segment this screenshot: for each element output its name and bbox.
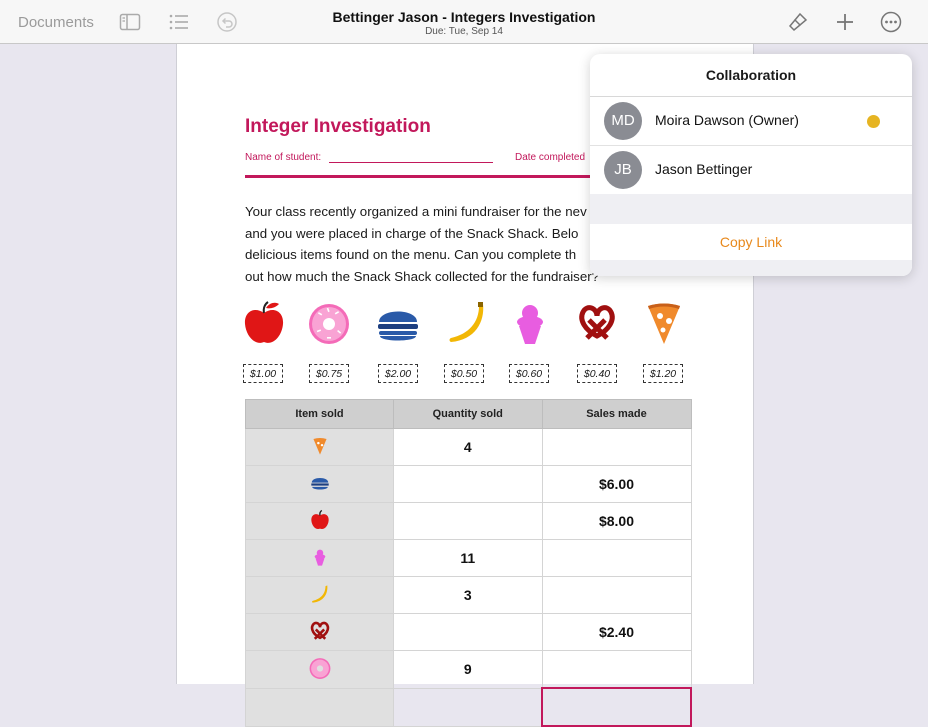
header-item-sold: Item sold	[245, 399, 394, 429]
paragraph-line: out how much the Snack Shack collected f…	[245, 269, 600, 284]
price-banana: $0.50	[444, 364, 484, 383]
apple-icon	[244, 301, 284, 343]
ice-cream-icon	[314, 549, 325, 566]
item-cell[interactable]	[245, 687, 394, 727]
paragraph-line: and you were placed in charge of the Sna…	[245, 226, 579, 241]
collaboration-popover: Collaboration MD Moira Dawson (Owner) JB…	[590, 54, 912, 276]
popover-title: Collaboration	[590, 54, 912, 97]
item-cell[interactable]	[245, 576, 394, 614]
header-sales-made: Sales made	[541, 399, 692, 429]
item-cell[interactable]	[245, 465, 394, 503]
table-row: $8.00	[245, 502, 692, 540]
sales-cell[interactable]: $6.00	[541, 465, 692, 503]
quantity-cell[interactable]: 3	[393, 576, 543, 614]
presence-indicator	[867, 115, 880, 128]
collaborator-name: Moira Dawson (Owner)	[655, 112, 799, 128]
pretzel-icon	[579, 305, 615, 340]
collaborator-name: Jason Bettinger	[655, 161, 753, 177]
donut-icon	[309, 304, 349, 344]
name-label: Name of student:	[245, 152, 322, 163]
banana-icon	[449, 302, 484, 342]
paragraph-line: delicious items found on the menu. Can y…	[245, 247, 577, 262]
burger-icon	[310, 477, 329, 490]
price-ice-cream: $0.60	[509, 364, 549, 383]
sales-cell[interactable]: $8.00	[541, 502, 692, 540]
sales-cell[interactable]	[541, 539, 692, 577]
name-line[interactable]	[329, 162, 493, 163]
pizza-icon	[648, 303, 680, 344]
item-cell[interactable]	[245, 650, 394, 689]
pretzel-icon	[310, 621, 329, 640]
paragraph-line: Your class recently organized a mini fun…	[245, 204, 587, 219]
header-quantity-sold: Quantity sold	[393, 399, 543, 429]
format-brush-icon[interactable]	[787, 11, 809, 33]
sales-cell[interactable]	[541, 576, 692, 614]
avatar: MD	[604, 102, 642, 140]
price-burger: $2.00	[378, 364, 418, 383]
sales-cell[interactable]: $2.40	[541, 613, 692, 651]
selected-sales-cell[interactable]	[541, 687, 692, 727]
popover-footer	[590, 260, 912, 276]
table-header-row: Item sold Quantity sold Sales made	[245, 399, 692, 429]
apple-icon	[310, 509, 329, 529]
popover-separator	[590, 194, 912, 224]
avatar: JB	[604, 151, 642, 189]
item-cell[interactable]	[245, 539, 394, 577]
price-pretzel: $0.40	[577, 364, 617, 383]
price-apple: $1.00	[243, 364, 283, 383]
quantity-cell[interactable]: 11	[393, 539, 543, 577]
more-icon[interactable]	[880, 11, 902, 33]
table-row: 11	[245, 539, 692, 577]
ice-cream-icon	[517, 305, 543, 344]
quantity-cell[interactable]	[393, 465, 543, 503]
table-row: $6.00	[245, 465, 692, 503]
sales-cell[interactable]	[541, 428, 692, 466]
pizza-icon	[312, 437, 327, 455]
table-row: $2.40	[245, 613, 692, 651]
collaborator-row-owner[interactable]: MD Moira Dawson (Owner)	[590, 97, 912, 146]
table-row	[245, 687, 692, 727]
donut-icon	[309, 657, 330, 679]
table-row: 3	[245, 576, 692, 614]
collaborator-row-student[interactable]: JB Jason Bettinger	[590, 146, 912, 194]
copy-link-button[interactable]: Copy Link	[590, 224, 912, 261]
price-pizza: $1.20	[643, 364, 683, 383]
quantity-cell[interactable]: 9	[393, 650, 543, 689]
sales-table: Item sold Quantity sold Sales made 4 $6.…	[245, 399, 692, 727]
date-label: Date completed	[515, 152, 586, 163]
worksheet-title: Integer Investigation	[245, 116, 431, 137]
burger-icon	[378, 311, 418, 341]
toolbar: Documents Bettinger Jason - Integers Inv…	[0, 0, 928, 44]
item-cell[interactable]	[245, 613, 394, 651]
quantity-cell[interactable]: 4	[393, 428, 543, 466]
quantity-cell[interactable]	[393, 687, 543, 727]
quantity-cell[interactable]	[393, 613, 543, 651]
item-cell[interactable]	[245, 428, 394, 466]
table-row: 9	[245, 650, 692, 689]
price-donut: $0.75	[309, 364, 349, 383]
table-row: 4	[245, 428, 692, 466]
banana-icon	[311, 584, 327, 603]
sales-cell[interactable]	[541, 650, 692, 689]
add-icon[interactable]	[834, 11, 856, 33]
item-cell[interactable]	[245, 502, 394, 540]
quantity-cell[interactable]	[393, 502, 543, 540]
